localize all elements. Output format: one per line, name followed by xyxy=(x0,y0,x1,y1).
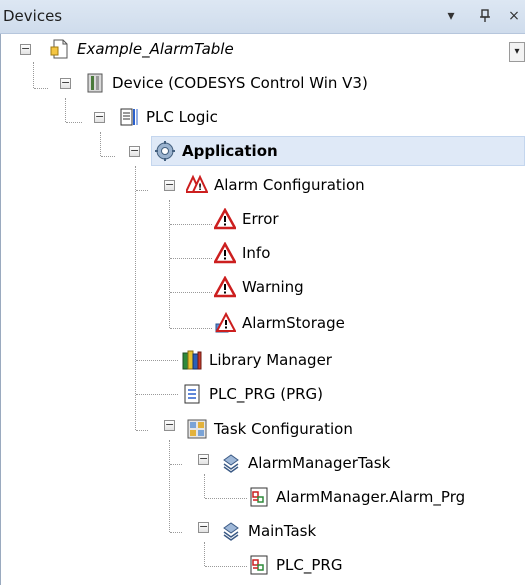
pin-icon[interactable] xyxy=(474,5,496,27)
expander-alarm-manager-task[interactable]: − xyxy=(198,453,209,465)
device-tree: − − − − − − − − Example_AlarmTable Devic… xyxy=(0,34,525,585)
tree-item-plc-prg[interactable]: PLC_PRG (PRG) xyxy=(181,379,323,409)
tree-item-label: MainTask xyxy=(248,522,317,540)
tree-item-label: PLC_PRG xyxy=(276,556,343,574)
tree-item-label: Alarm Configuration xyxy=(214,176,365,194)
tree-item-alarm-configuration[interactable]: ! Alarm Configuration xyxy=(186,170,365,200)
tree-item-label: Task Configuration xyxy=(214,420,353,438)
alarm-warning-triangle-icon xyxy=(214,242,236,264)
expander-main-task[interactable]: − xyxy=(198,521,209,533)
tree-item-label: AlarmManager.Alarm_Prg xyxy=(276,488,466,506)
devices-panel-titlebar: Devices ▾ × xyxy=(0,0,525,34)
tree-item-alarm-manager-task[interactable]: AlarmManagerTask xyxy=(220,448,390,478)
program-call-icon xyxy=(248,486,270,508)
tree-item-label: AlarmManagerTask xyxy=(248,454,391,472)
tree-item-main-task-call[interactable]: PLC_PRG xyxy=(248,550,342,580)
library-books-icon xyxy=(181,349,203,371)
expander-application[interactable]: − xyxy=(129,145,140,157)
task-icon xyxy=(220,452,242,474)
alarm-storage-icon xyxy=(214,312,236,334)
tree-item-label: AlarmStorage xyxy=(242,314,345,332)
expander-task-configuration[interactable]: − xyxy=(164,419,175,431)
expander-plc-logic[interactable]: − xyxy=(94,111,105,123)
tree-item-label: PLC_PRG (PRG) xyxy=(209,385,324,403)
tree-item-application[interactable]: Application xyxy=(151,136,525,166)
tree-item-label: Library Manager xyxy=(209,351,332,369)
program-document-icon xyxy=(181,383,203,405)
close-icon[interactable]: × xyxy=(503,5,525,27)
project-file-icon xyxy=(49,38,71,60)
alarm-configuration-icon: ! xyxy=(186,174,208,196)
tree-item-label: Example_AlarmTable xyxy=(77,40,234,58)
tree-item-alarm-storage[interactable]: AlarmStorage xyxy=(214,308,345,338)
tree-item-main-task[interactable]: MainTask xyxy=(220,516,316,546)
alarm-warning-triangle-icon xyxy=(214,208,236,230)
tree-item-device[interactable]: Device (CODESYS Control Win V3) xyxy=(84,68,368,98)
tree-item-label: Info xyxy=(242,244,271,262)
tree-item-label: Application xyxy=(182,142,278,160)
alarm-warning-triangle-icon xyxy=(214,276,236,298)
tree-item-alarm-manager-call[interactable]: AlarmManager.Alarm_Prg xyxy=(248,482,465,512)
tree-item-alarm-info[interactable]: Info xyxy=(214,238,270,268)
panel-title: Devices xyxy=(3,7,63,25)
tree-item-task-configuration[interactable]: Task Configuration xyxy=(186,414,353,444)
task-configuration-icon xyxy=(186,418,208,440)
svg-text:!: ! xyxy=(198,183,202,193)
tree-item-library-manager[interactable]: Library Manager xyxy=(181,345,332,375)
expander-device[interactable]: − xyxy=(60,77,71,89)
program-call-icon xyxy=(248,554,270,576)
tree-item-label: Error xyxy=(242,210,279,228)
expander-alarm-configuration[interactable]: − xyxy=(164,179,175,191)
expander-project[interactable]: − xyxy=(20,43,31,55)
device-icon xyxy=(84,72,106,94)
tree-item-alarm-error[interactable]: Error xyxy=(214,204,279,234)
tree-item-alarm-warning[interactable]: Warning xyxy=(214,272,304,302)
tree-item-project[interactable]: Example_AlarmTable xyxy=(49,34,234,64)
tree-item-label: Warning xyxy=(242,278,304,296)
tree-item-label: Device (CODESYS Control Win V3) xyxy=(112,74,368,92)
panel-menu-icon[interactable]: ▾ xyxy=(440,5,462,27)
plc-logic-icon xyxy=(118,106,140,128)
task-icon xyxy=(220,520,242,542)
application-gear-icon xyxy=(154,140,176,162)
tree-item-label: PLC Logic xyxy=(146,108,218,126)
tree-item-plc-logic[interactable]: PLC Logic xyxy=(118,102,218,132)
